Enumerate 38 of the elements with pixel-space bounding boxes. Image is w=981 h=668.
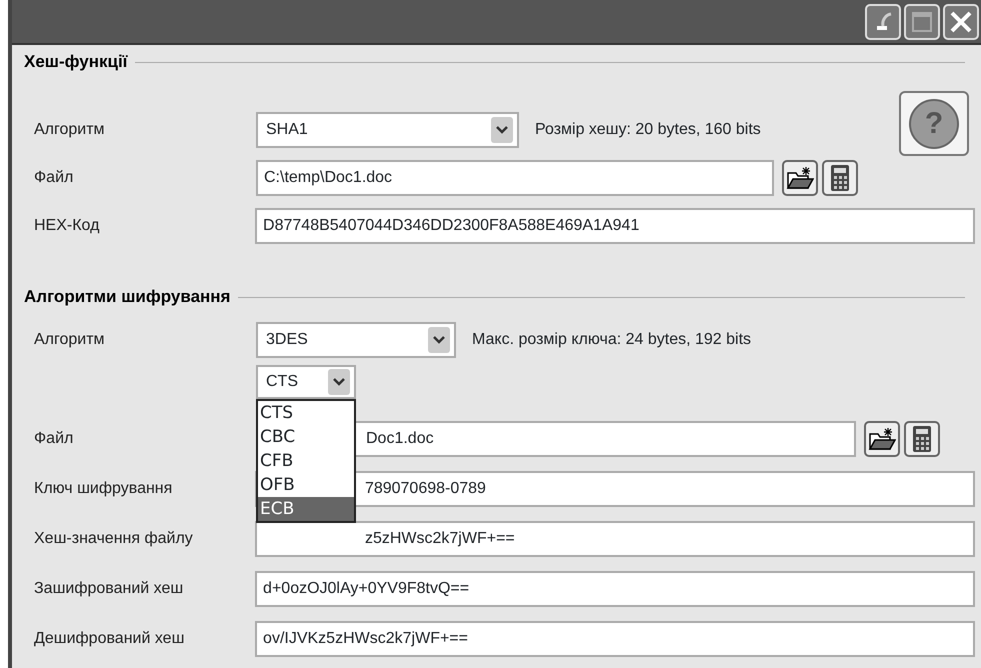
- size-info: Розмір хешу: 20 bytes, 160 bits: [535, 120, 761, 140]
- input-field[interactable]: D87748B5407044D346DD2300F8A588E469A1A941: [255, 208, 975, 244]
- mode-dropdown[interactable]: CTS: [256, 365, 356, 399]
- algorithm-dropdown[interactable]: 3DES: [256, 322, 456, 358]
- size-info: Макс. розмір ключа: 24 bytes, 192 bits: [472, 330, 752, 350]
- section-title: Алгоритми шифрування: [24, 286, 230, 308]
- caret-icon: [428, 327, 450, 353]
- caret-icon: [491, 117, 513, 143]
- calculate-button[interactable]: [904, 421, 940, 457]
- field-label: Дешифрований хеш: [33, 629, 186, 649]
- calculator-icon: [912, 425, 932, 453]
- dropdown-option[interactable]: CBC: [258, 425, 354, 449]
- calculator-icon: [830, 164, 850, 192]
- folder-icon: [868, 426, 896, 452]
- input-field[interactable]: ov/IJVKz5zHWsc2k7jWF+==: [255, 621, 975, 657]
- minimize-button[interactable]: [865, 4, 901, 40]
- field-label: Файл: [33, 429, 74, 449]
- field-label: Алгоритм: [33, 120, 106, 140]
- field-label: Алгоритм: [33, 330, 106, 350]
- open-file-button[interactable]: [864, 421, 900, 457]
- caret-icon: [328, 369, 350, 395]
- field-label: Файл: [33, 168, 74, 188]
- input-field[interactable]: d+0ozOJ0lAy+0YV9F8tvQ==: [255, 571, 975, 607]
- field-label: HEX-Код: [33, 216, 100, 236]
- calculate-button[interactable]: [822, 160, 858, 196]
- close-button[interactable]: [943, 4, 979, 40]
- input-field[interactable]: z5zHWsc2k7jWF+==: [254, 521, 975, 557]
- field-label: Зашифрований хеш: [33, 579, 184, 599]
- dropdown-option[interactable]: ECB: [258, 497, 354, 521]
- section-title: Хеш-функції: [24, 51, 128, 74]
- file-path-field[interactable]: C:\temp\Doc1.doc: [256, 160, 774, 196]
- field-label: Ключ шифрування: [33, 479, 174, 499]
- algorithm-dropdown[interactable]: SHA1: [256, 112, 519, 148]
- maximize-button[interactable]: [904, 4, 940, 40]
- open-file-button[interactable]: [782, 160, 818, 196]
- field-label: Хеш-значення файлу: [33, 529, 194, 549]
- dropdown-option[interactable]: OFB: [258, 473, 354, 497]
- folder-icon: [786, 165, 814, 191]
